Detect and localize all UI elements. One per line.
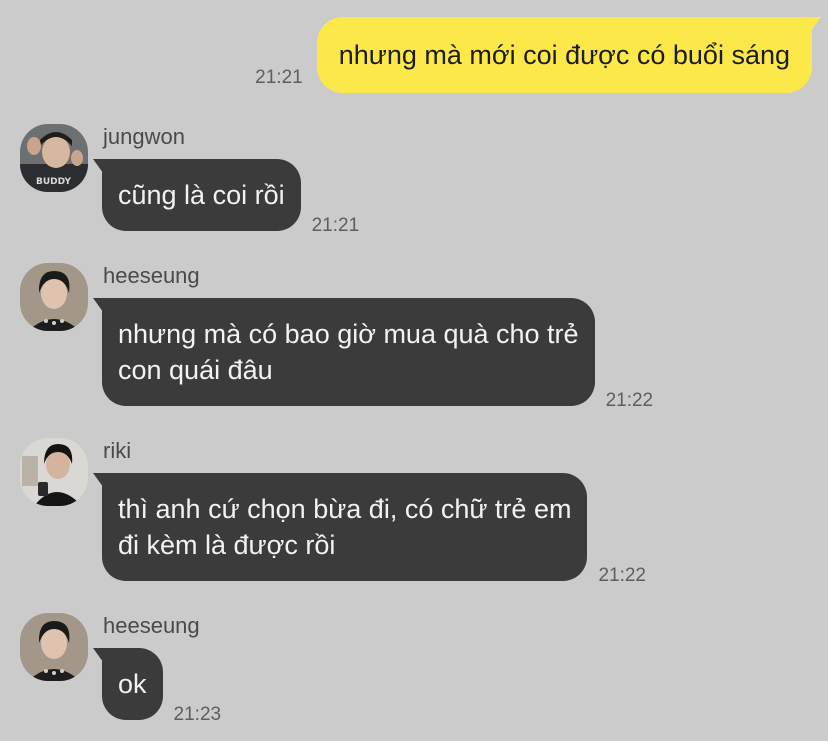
- heeseung-avatar-image: [20, 613, 88, 681]
- message-line: cũng là coi rồi: [118, 180, 285, 210]
- message-line: nhưng mà có bao giờ mua quà cho trẻ: [118, 319, 579, 349]
- message-time: 21:22: [605, 390, 654, 411]
- message-time: 21:21: [255, 67, 303, 88]
- heeseung-avatar-image: [20, 263, 88, 331]
- sender-name: heeseung: [103, 613, 200, 638]
- avatar-heeseung[interactable]: [20, 263, 88, 331]
- message-bubble[interactable]: cũng là coi rồi: [102, 159, 301, 231]
- riki-avatar-image: [20, 438, 88, 506]
- avatar-jungwon[interactable]: BUDDY: [20, 124, 88, 192]
- sender-name: jungwon: [103, 124, 185, 149]
- outgoing-bubble[interactable]: nhưng mà mới coi được có buổi sáng: [316, 17, 812, 93]
- jungwon-avatar-image: BUDDY: [20, 124, 88, 192]
- avatar-riki[interactable]: [20, 438, 88, 506]
- message-time: 21:21: [311, 215, 360, 236]
- message-line: đi kèm là được rồi: [118, 530, 336, 560]
- sender-name: heeseung: [103, 263, 200, 288]
- sender-name: riki: [103, 438, 132, 463]
- svg-text:BUDDY: BUDDY: [36, 177, 71, 187]
- message-line: ok: [118, 669, 147, 699]
- avatar-heeseung[interactable]: [20, 613, 88, 681]
- message-line: thì anh cứ chọn bừa đi, có chữ trẻ em: [118, 494, 572, 524]
- outgoing-message: 21:21 nhưng mà mới coi được có buổi sáng: [255, 17, 812, 93]
- message-line: con quái đâu: [118, 355, 273, 385]
- chat-view[interactable]: 21:21 nhưng mà mới coi được có buổi sáng…: [0, 0, 828, 741]
- message-bubble[interactable]: nhưng mà có bao giờ mua quà cho trẻ con …: [102, 298, 595, 406]
- message-time: 21:22: [598, 565, 646, 586]
- message-bubble[interactable]: thì anh cứ chọn bừa đi, có chữ trẻ em đi…: [102, 473, 588, 581]
- message-bubble[interactable]: ok: [102, 648, 163, 720]
- message-time: 21:23: [173, 704, 222, 725]
